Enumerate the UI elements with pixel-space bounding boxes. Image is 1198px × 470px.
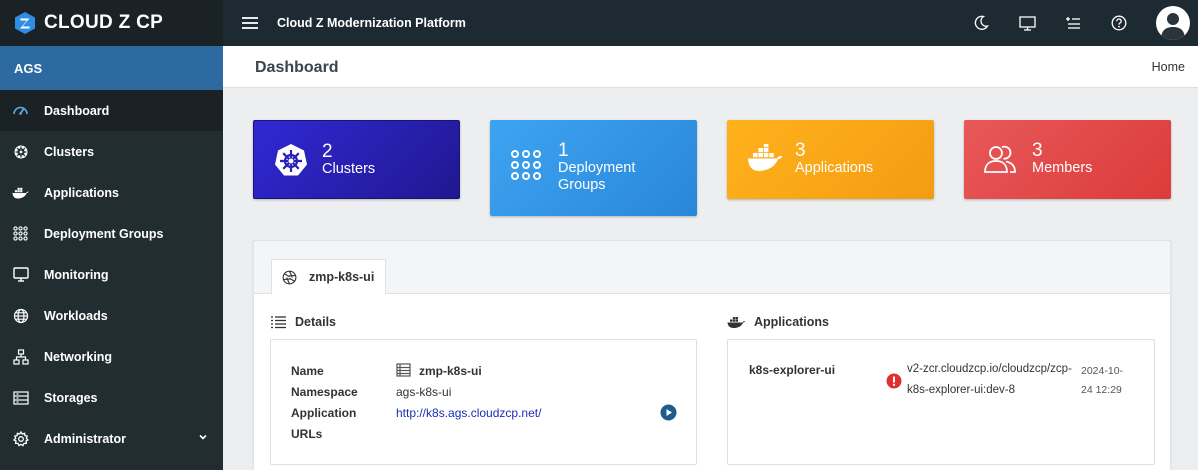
applications-title: Applications <box>754 315 830 329</box>
sidebar-item-label: Networking <box>44 349 113 364</box>
grid-dots-icon <box>12 225 29 242</box>
name-label: Name <box>291 364 324 378</box>
user-avatar[interactable] <box>1156 6 1190 40</box>
sidebar-item-deployment-groups[interactable]: Deployment Groups <box>0 213 223 254</box>
breadcrumb-home[interactable]: Home <box>1152 60 1185 74</box>
page-title: Dashboard <box>255 59 339 76</box>
applications-label: Applications <box>795 160 874 176</box>
date-line2: 24 12:29 <box>1081 384 1122 396</box>
docker-icon <box>748 144 783 171</box>
details-box: Name zmp-k8s-ui Namespace ags-k8s-ui App… <box>270 339 697 465</box>
sidebar-item-applications[interactable]: Applications <box>0 172 223 213</box>
sidebar-item-label: Monitoring <box>44 267 109 282</box>
chevron-down-icon <box>199 434 207 440</box>
dashboard-icon <box>12 102 29 119</box>
helm-icon <box>275 144 307 176</box>
docker-icon <box>727 317 746 328</box>
sidebar-item-label: Applications <box>44 185 120 200</box>
members-stat-card[interactable]: 3 Members <box>964 120 1171 199</box>
monitor-icon <box>12 266 29 283</box>
app-urls-label-line2: URLs <box>291 427 323 441</box>
applications-stat-card[interactable]: 3 Applications <box>727 120 934 199</box>
details-section-title: Details <box>270 315 336 329</box>
tab-zmp-k8s-ui[interactable]: zmp-k8s-ui <box>271 259 387 295</box>
content-header: Dashboard Home <box>223 46 1198 88</box>
sidebar: CLOUD Z CP AGS Dashboard Clusters Applic… <box>0 0 223 470</box>
aperture-icon <box>282 270 297 284</box>
help-icon[interactable] <box>1110 14 1128 32</box>
sidebar-item-label: Dashboard <box>44 103 110 118</box>
members-label: Members <box>1032 160 1093 176</box>
storage-icon <box>12 389 29 406</box>
namespace-value: ags-k8s-ui <box>396 385 452 399</box>
users-icon <box>984 145 1016 173</box>
globe-icon <box>12 307 29 324</box>
sidebar-item-label: Storages <box>44 390 98 405</box>
applications-stat-text: 3 Applications <box>795 140 874 177</box>
deployment-groups-label-line2: Groups <box>558 177 606 193</box>
docker-icon <box>12 184 29 201</box>
details-title: Details <box>295 315 336 329</box>
image-line1: v2-zcr.cloudzcp.io/cloudzcp/zcp- <box>907 363 1072 375</box>
cloudz-logo-icon <box>15 12 35 34</box>
list-box-icon <box>396 363 411 377</box>
org-name[interactable]: AGS <box>0 46 223 90</box>
sidebar-item-administrator[interactable]: Administrator <box>0 418 223 459</box>
brand-name: CLOUD Z CP <box>44 12 164 33</box>
clusters-label: Clusters <box>322 161 376 177</box>
image-line2: k8s-explorer-ui:dev-8 <box>907 384 1016 396</box>
sidebar-item-label: Administrator <box>44 431 126 446</box>
moon-icon[interactable] <box>972 14 990 32</box>
members-count: 3 <box>1032 140 1043 161</box>
error-status-icon <box>886 373 902 389</box>
applications-section-title: Applications <box>727 315 829 329</box>
sidebar-item-clusters[interactable]: Clusters <box>0 131 223 172</box>
hamburger-menu-icon[interactable] <box>241 16 259 30</box>
applications-box: k8s-explorer-ui v2-zcr.cloudzcp.io/cloud… <box>727 339 1155 465</box>
sidebar-item-monitoring[interactable]: Monitoring <box>0 254 223 295</box>
deployment-groups-stat-card[interactable]: 1 Deployment Groups <box>490 120 697 216</box>
sidebar-item-label: Deployment Groups <box>44 226 164 241</box>
sidebar-item-label: Workloads <box>44 308 108 323</box>
sidebar-item-dashboard[interactable]: Dashboard <box>0 90 223 131</box>
topbar-icons <box>972 0 1198 46</box>
network-icon <box>12 348 29 365</box>
app-urls-label-line1: Application <box>291 406 357 420</box>
helm-icon <box>12 143 29 160</box>
cluster-panel: zmp-k8s-ui Details Name zmp-k8s-ui Names… <box>253 240 1171 470</box>
deployment-groups-label-line1: Deployment <box>558 160 636 176</box>
clusters-stat-text: 2 Clusters <box>322 141 376 178</box>
date-line1: 2024-10- <box>1081 365 1124 377</box>
sidebar-item-label: Clusters <box>44 144 95 159</box>
platform-title: Cloud Z Modernization Platform <box>277 16 466 30</box>
grid-dots-icon <box>511 150 541 180</box>
cluster-tabs: zmp-k8s-ui <box>254 241 1170 295</box>
deployment-groups-count: 1 <box>558 140 569 161</box>
gear-icon <box>12 430 29 447</box>
desktop-icon[interactable] <box>1018 14 1036 32</box>
brand[interactable]: CLOUD Z CP <box>0 0 223 46</box>
applications-count: 3 <box>795 140 806 161</box>
clusters-count: 2 <box>322 141 333 162</box>
sidebar-item-workloads[interactable]: Workloads <box>0 295 223 336</box>
topbar: Cloud Z Modernization Platform <box>223 0 1198 46</box>
tab-label: zmp-k8s-ui <box>309 270 375 284</box>
members-stat-text: 3 Members <box>1032 140 1093 177</box>
clusters-stat-card[interactable]: 2 Clusters <box>253 120 460 199</box>
list-plus-icon[interactable] <box>1064 14 1082 32</box>
sidebar-item-networking[interactable]: Networking <box>0 336 223 377</box>
app-url-link[interactable]: http://k8s.ags.cloudzcp.net/ <box>396 406 541 420</box>
name-value: zmp-k8s-ui <box>419 364 482 378</box>
sidebar-item-storages[interactable]: Storages <box>0 377 223 418</box>
namespace-label: Namespace <box>291 385 358 399</box>
list-details-icon <box>271 316 286 329</box>
deployment-groups-stat-text: 1 Deployment Groups <box>558 140 636 194</box>
app-name[interactable]: k8s-explorer-ui <box>749 363 835 377</box>
play-icon[interactable] <box>660 404 677 421</box>
